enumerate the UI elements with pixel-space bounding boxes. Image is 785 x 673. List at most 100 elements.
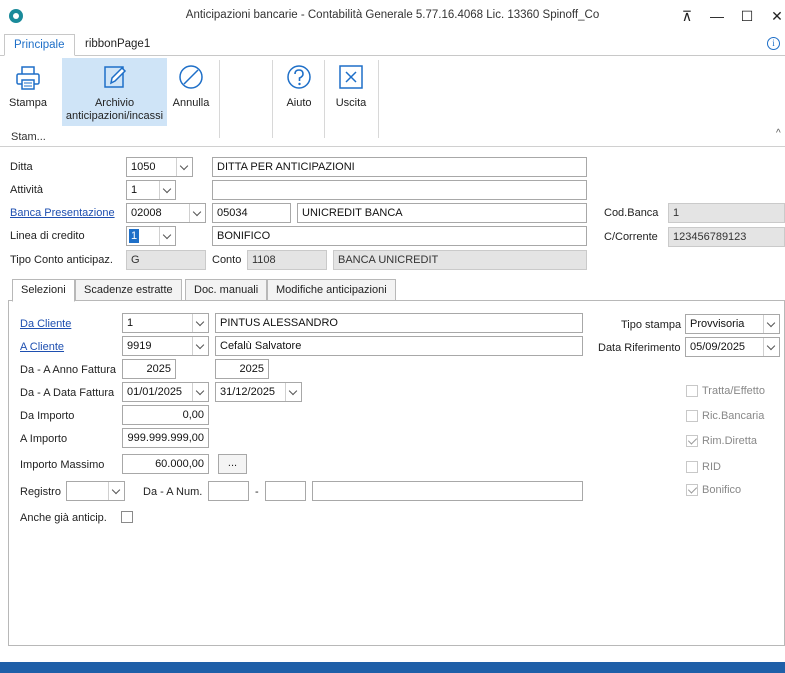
tipo-stampa-label: Tipo stampa <box>621 319 682 331</box>
da-cliente-name-field[interactable]: PINTUS ALESSANDRO <box>215 313 583 333</box>
attivita-code: 1 <box>131 184 138 196</box>
chevron-down-icon[interactable] <box>108 482 124 500</box>
chevron-down-icon[interactable] <box>176 158 192 176</box>
tab-doc-manuali[interactable]: Doc. manuali <box>185 279 268 301</box>
a-cliente-combo[interactable]: 9919 <box>122 336 209 356</box>
window-title: Anticipazioni bancarie - Contabilità Gen… <box>185 9 600 21</box>
ditta-combo[interactable]: 1050 <box>126 157 193 177</box>
data-fattura-from-picker[interactable]: 01/01/2025 <box>122 382 209 402</box>
ric-bancaria-checkbox[interactable] <box>686 410 698 422</box>
chevron-down-icon[interactable] <box>192 383 208 401</box>
chevron-down-icon[interactable] <box>192 314 208 332</box>
ric-bancaria-label: Ric.Bancaria <box>702 410 765 422</box>
attivita-name-field[interactable] <box>212 180 587 200</box>
chevron-down-icon[interactable] <box>192 337 208 355</box>
anche-gia-checkbox[interactable] <box>121 511 133 523</box>
tipo-stampa-combo[interactable]: Provvisoria <box>685 314 780 334</box>
banca-abi: 02008 <box>131 207 162 219</box>
da-cliente-link[interactable]: Da Cliente <box>20 318 71 330</box>
importo-massimo-field[interactable]: 60.000,00 <box>122 454 209 474</box>
tab-ribbonpage1[interactable]: ribbonPage1 <box>76 34 159 56</box>
a-cliente-name-field[interactable]: Cefalù Salvatore <box>215 336 583 356</box>
anno-fattura-to-field[interactable]: 2025 <box>215 359 269 379</box>
conto-name-field: BANCA UNICREDIT <box>333 250 587 270</box>
collapse-ribbon-icon[interactable]: ^ <box>776 128 781 139</box>
chevron-down-icon[interactable] <box>763 338 779 356</box>
pin-window-button[interactable]: ⊼ <box>676 6 698 26</box>
a-cliente-code: 9919 <box>127 340 152 352</box>
chevron-down-icon[interactable] <box>159 181 175 199</box>
registro-label: Registro <box>20 486 61 498</box>
status-bar <box>0 662 785 673</box>
anche-gia-label: Anche già anticip. <box>20 512 107 524</box>
importo-massimo-browse-button[interactable]: ... <box>218 454 247 474</box>
exit-icon <box>339 65 363 89</box>
tab-selezioni[interactable]: Selezioni <box>12 279 75 302</box>
edit-icon <box>104 66 127 88</box>
chevron-down-icon[interactable] <box>159 227 175 245</box>
linea-credito-code: 1 <box>129 229 140 243</box>
chevron-down-icon[interactable] <box>285 383 301 401</box>
da-cliente-combo[interactable]: 1 <box>122 313 209 333</box>
help-icon <box>287 65 311 89</box>
ribbon-separator <box>219 60 220 138</box>
num-extra-field[interactable] <box>312 481 583 501</box>
attivita-label: Attività <box>10 184 44 196</box>
rid-checkbox[interactable] <box>686 461 698 473</box>
registro-combo[interactable] <box>66 481 125 501</box>
linea-credito-combo[interactable]: 1 <box>126 226 176 246</box>
c-corrente-label: C/Corrente <box>604 231 658 243</box>
archivio-label-2: anticipazioni/incassi <box>65 110 164 122</box>
ditta-name-field[interactable]: DITTA PER ANTICIPAZIONI <box>212 157 587 177</box>
data-fattura-to: 31/12/2025 <box>220 386 276 398</box>
info-icon[interactable]: i <box>767 37 780 50</box>
conto-code-field: 1108 <box>247 250 327 270</box>
minimize-button[interactable]: — <box>706 6 728 26</box>
num-from-field[interactable] <box>208 481 249 501</box>
conto-label: Conto <box>212 254 242 266</box>
tipo-conto-field: G <box>126 250 206 270</box>
banca-presentazione-link[interactable]: Banca Presentazione <box>10 207 115 219</box>
ribbon-separator <box>272 60 273 138</box>
maximize-button[interactable]: ☐ <box>736 6 758 26</box>
bonifico-checkbox[interactable] <box>686 484 698 496</box>
c-corrente-field: 123456789123 <box>668 227 785 247</box>
cod-banca-field: 1 <box>668 203 785 223</box>
tratta-checkbox[interactable] <box>686 385 698 397</box>
banca-name-field[interactable]: UNICREDIT BANCA <box>297 203 587 223</box>
stampa-button[interactable]: Stampa <box>4 58 52 126</box>
close-button[interactable]: ✕ <box>766 6 785 26</box>
rim-diretta-checkbox[interactable] <box>686 435 698 447</box>
uscita-button[interactable]: Uscita <box>330 58 372 126</box>
banca-cab-field[interactable]: 05034 <box>212 203 291 223</box>
num-to-field[interactable] <box>265 481 306 501</box>
linea-credito-name-field[interactable]: BONIFICO <box>212 226 587 246</box>
num-separator: - <box>255 486 259 498</box>
ditta-label: Ditta <box>10 161 33 173</box>
aiuto-button[interactable]: Aiuto <box>278 58 320 126</box>
chevron-down-icon[interactable] <box>763 315 779 333</box>
tab-principale[interactable]: Principale <box>4 34 75 56</box>
chevron-down-icon[interactable] <box>189 204 205 222</box>
cancel-icon <box>179 65 203 89</box>
archivio-button[interactable]: Archivio anticipazioni/incassi <box>62 58 167 126</box>
a-importo-field[interactable]: 999.999.999,00 <box>122 428 209 448</box>
a-cliente-link[interactable]: A Cliente <box>20 341 64 353</box>
annulla-button[interactable]: Annulla <box>169 58 213 126</box>
tab-modifiche-anticipazioni[interactable]: Modifiche anticipazioni <box>267 279 396 301</box>
tratta-label: Tratta/Effetto <box>702 385 765 397</box>
tab-scadenze-estratte[interactable]: Scadenze estratte <box>75 279 182 301</box>
archivio-label-1: Archivio <box>94 97 135 109</box>
attivita-combo[interactable]: 1 <box>126 180 176 200</box>
anno-fattura-from-field[interactable]: 2025 <box>122 359 176 379</box>
uscita-label: Uscita <box>335 97 367 109</box>
aiuto-label: Aiuto <box>286 97 312 109</box>
data-fattura-label: Da - A Data Fattura <box>20 387 115 399</box>
importo-massimo-label: Importo Massimo <box>20 459 105 471</box>
data-riferimento-picker[interactable]: 05/09/2025 <box>685 337 780 357</box>
a-importo-label: A Importo <box>20 433 68 445</box>
banca-abi-combo[interactable]: 02008 <box>126 203 206 223</box>
data-fattura-to-picker[interactable]: 31/12/2025 <box>215 382 302 402</box>
da-importo-field[interactable]: 0,00 <box>122 405 209 425</box>
data-fattura-from: 01/01/2025 <box>127 386 183 398</box>
